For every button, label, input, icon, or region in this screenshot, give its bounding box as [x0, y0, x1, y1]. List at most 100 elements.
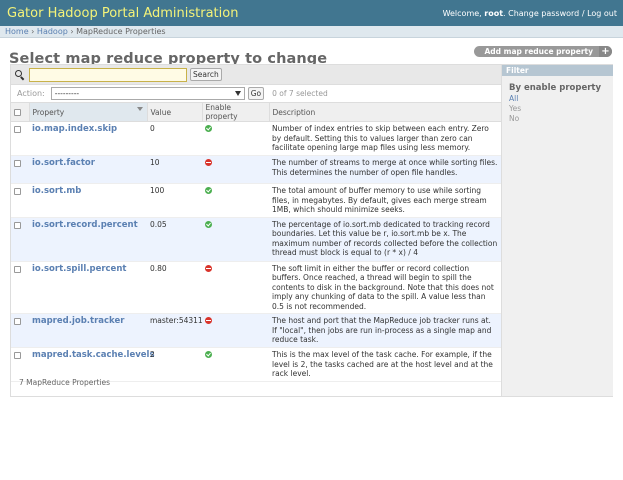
change-password-link[interactable]: Change password	[508, 9, 579, 18]
action-counter: 0 of 7 selected	[272, 89, 328, 98]
row-select-cell	[11, 217, 29, 262]
row-checkbox[interactable]	[14, 188, 21, 195]
add-property-button[interactable]: Add map reduce property +	[473, 46, 612, 57]
description-cell: The number of streams to merge at once w…	[269, 155, 501, 184]
action-select[interactable]: ---------	[50, 87, 245, 100]
enable-cell	[202, 183, 269, 218]
search-button[interactable]: Search	[190, 68, 222, 81]
row-checkbox[interactable]	[14, 265, 21, 273]
property-cell: io.sort.mb	[29, 183, 147, 218]
row-select-cell	[11, 183, 29, 218]
table-row: io.sort.factor 10 The number of streams to…	[11, 155, 501, 184]
action-label: Action:	[17, 89, 45, 98]
enabled-check-icon	[205, 351, 212, 358]
row-checkbox[interactable]	[14, 318, 21, 325]
enable-cell	[202, 217, 269, 262]
property-link[interactable]: mapred.task.cache.levels	[32, 350, 155, 360]
row-select-cell	[11, 347, 29, 382]
description-cell: This is the max level of the task cache.…	[269, 347, 501, 382]
description-cell: Number of index entries to skip between …	[269, 121, 501, 156]
enable-cell	[202, 347, 269, 382]
breadcrumb-app[interactable]: Hadoop	[37, 27, 68, 36]
user-tools: Welcome, root. Change password / Log out	[442, 8, 617, 18]
row-checkbox[interactable]	[14, 221, 21, 229]
search-icon	[15, 69, 25, 80]
search-toolbar: Search	[11, 65, 501, 85]
row-checkbox[interactable]	[14, 352, 21, 359]
row-select-cell	[11, 313, 29, 348]
value-cell: 0	[147, 121, 202, 156]
action-selected-option: ---------	[54, 89, 80, 98]
actions-bar: Action: --------- Go 0 of 7 selected	[11, 85, 501, 103]
search-input[interactable]	[29, 67, 187, 82]
paginator: 7 MapReduce Properties	[19, 378, 111, 387]
sort-arrow-icon	[136, 107, 143, 111]
disabled-minus-icon	[205, 264, 212, 272]
property-link[interactable]: io.sort.mb	[32, 186, 81, 196]
row-select-cell	[11, 121, 29, 156]
enabled-check-icon	[205, 220, 212, 228]
table-row: io.sort.spill.percent 0.80 The soft limit …	[11, 261, 501, 314]
breadcrumb-separator: ›	[31, 27, 35, 36]
property-cell: io.sort.record.percent	[29, 217, 147, 262]
results-table: Property Value Enable property Descripti…	[11, 103, 502, 382]
column-header-enable[interactable]: Enable property	[202, 103, 270, 122]
select-all-checkbox[interactable]	[14, 108, 21, 116]
description-cell: The total amount of buffer memory to use…	[269, 183, 501, 218]
filter-option-all[interactable]: All	[509, 94, 613, 104]
property-cell: mapred.task.cache.levels	[29, 347, 155, 382]
filter-options: All Yes No	[509, 94, 613, 124]
value-cell: master:54311	[147, 313, 203, 348]
value-cell: 10	[147, 155, 202, 184]
property-cell: mapred.job.tracker	[29, 313, 147, 348]
table-row: mapred.job.tracker master:54311 The host a…	[11, 313, 501, 348]
filter-heading: Filter	[502, 65, 613, 76]
description-cell: The host and port that the MapReduce job…	[269, 313, 501, 348]
filter-option-no[interactable]: No	[509, 114, 613, 124]
property-link[interactable]: io.sort.factor	[32, 158, 95, 168]
row-checkbox[interactable]	[14, 126, 21, 133]
separator: /	[581, 8, 585, 18]
filter-option-yes[interactable]: Yes	[509, 104, 613, 114]
row-select-cell	[11, 155, 29, 184]
changelist: Search Action: --------- Go 0 of 7 selec…	[10, 64, 613, 397]
breadcrumb-home[interactable]: Home	[5, 27, 29, 36]
go-button[interactable]: Go	[247, 87, 265, 100]
disabled-minus-icon	[205, 317, 212, 324]
chevron-down-icon	[234, 91, 241, 96]
column-header-description[interactable]: Description	[269, 103, 502, 122]
column-header-property[interactable]: Property	[29, 103, 148, 122]
column-header-value[interactable]: Value	[147, 103, 203, 122]
enable-cell	[202, 121, 269, 156]
admin-header: Gator Hadoop Portal Administration Welco…	[0, 0, 623, 26]
table-row: io.sort.mb 100 The total amount of buffer …	[11, 183, 501, 218]
property-link[interactable]: io.sort.spill.percent	[32, 264, 126, 274]
value-cell: 0.80	[147, 261, 202, 314]
results-area: Search Action: --------- Go 0 of 7 selec…	[11, 65, 502, 387]
filter-group-title: By enable property	[509, 83, 602, 93]
username: root	[484, 8, 504, 18]
property-link[interactable]: io.sort.record.percent	[32, 220, 138, 230]
enable-cell	[202, 155, 269, 184]
property-link[interactable]: io.map.index.skip	[32, 124, 117, 134]
logout-link[interactable]: Log out	[587, 9, 617, 18]
table-row: mapred.task.cache.levels 2 This is the max…	[11, 347, 501, 382]
value-cell: 100	[147, 183, 202, 218]
property-cell: io.map.index.skip	[29, 121, 147, 156]
breadcrumb-separator: ›	[70, 27, 74, 36]
filter-panel: Filter By enable property All Yes No	[501, 65, 613, 396]
add-property-label: Add map reduce property	[484, 47, 594, 56]
disabled-minus-icon	[205, 159, 212, 166]
row-checkbox[interactable]	[14, 160, 21, 167]
welcome-text: Welcome,	[442, 8, 482, 18]
plus-icon: +	[599, 46, 612, 57]
enabled-check-icon	[205, 187, 212, 194]
site-title: Gator Hadoop Portal Administration	[7, 5, 239, 21]
value-cell: 0.05	[147, 217, 202, 262]
breadcrumb: Home › Hadoop › MapReduce Properties	[0, 26, 623, 38]
description-cell: The percentage of io.sort.mb dedicated t…	[269, 217, 501, 262]
table-header-row: Property Value Enable property Descripti…	[11, 103, 502, 122]
property-link[interactable]: mapred.job.tracker	[32, 316, 124, 326]
enabled-check-icon	[205, 125, 212, 132]
enable-cell	[202, 313, 269, 348]
